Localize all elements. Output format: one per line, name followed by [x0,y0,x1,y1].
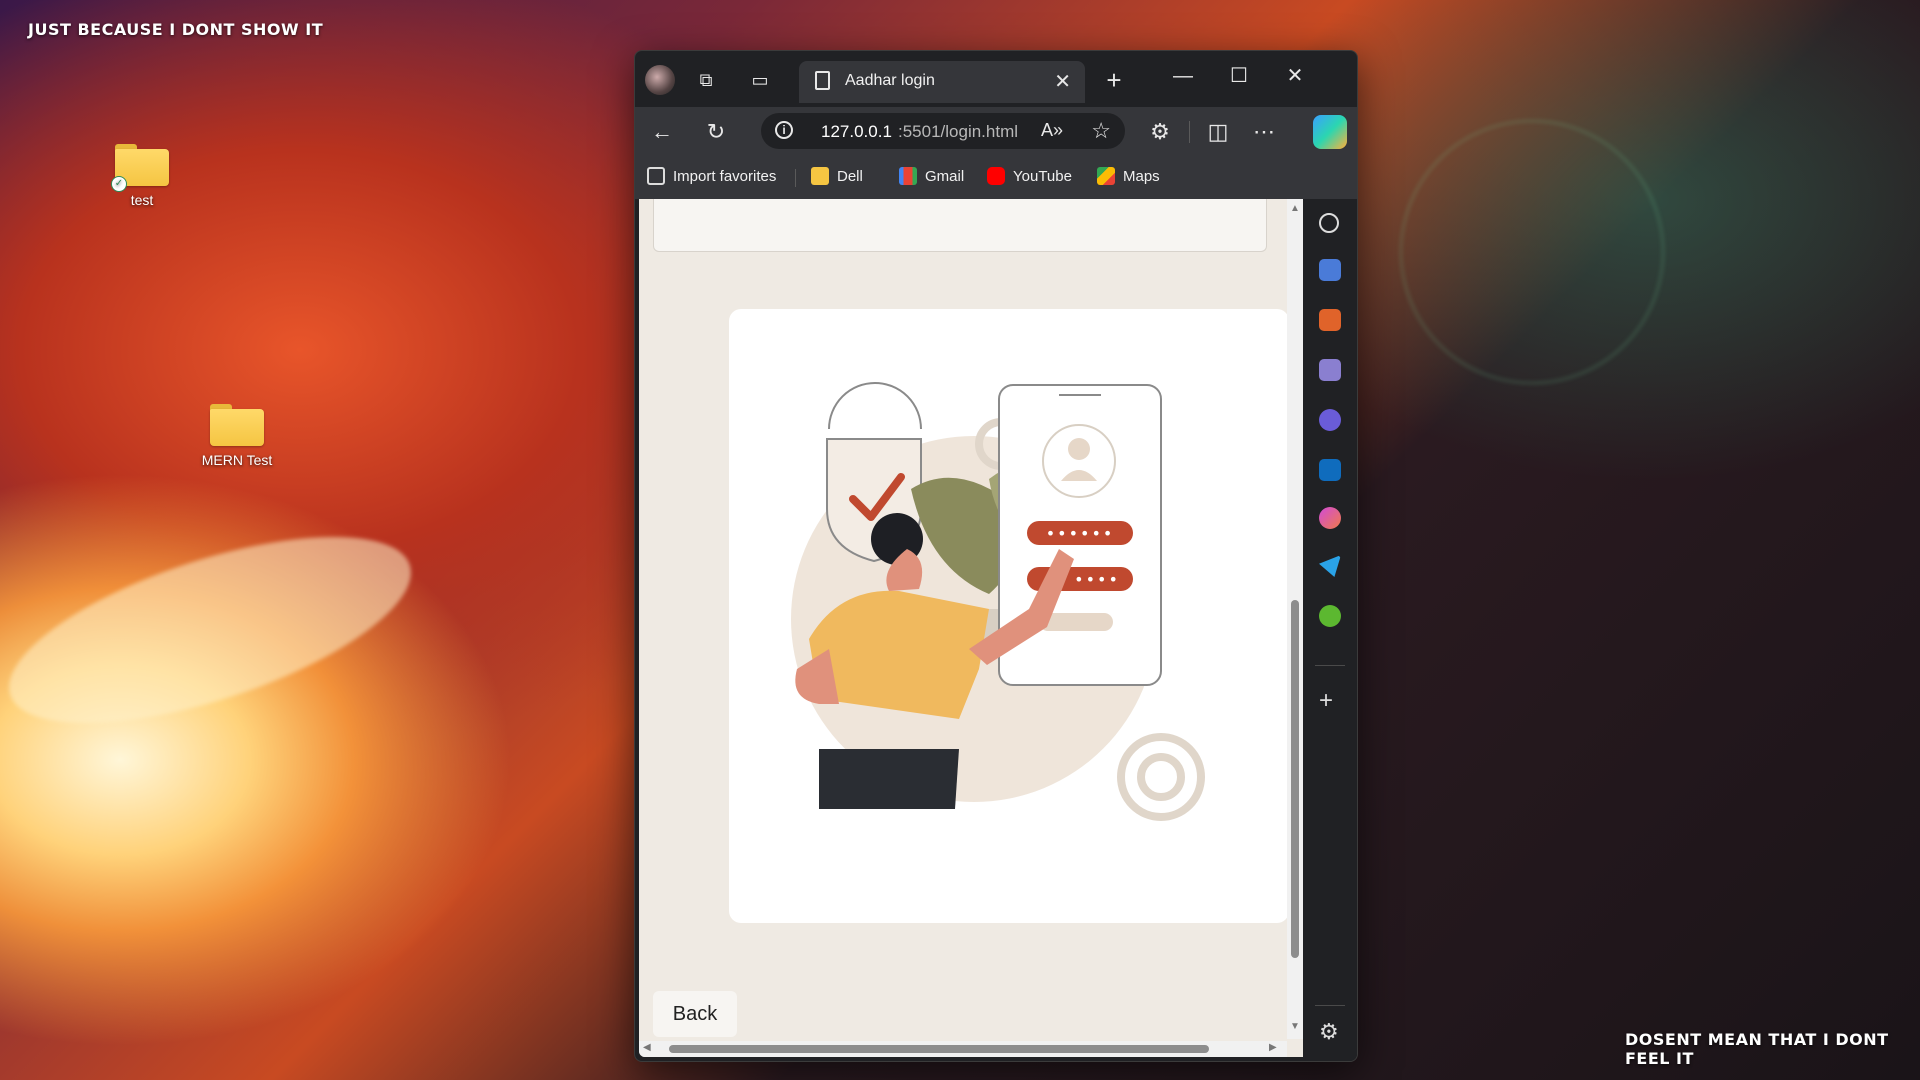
shopping-tag-icon[interactable] [1319,259,1341,281]
read-aloud-icon[interactable]: A» [1041,120,1063,141]
bookmark-maps[interactable]: Maps [1097,167,1160,185]
nav-toolbar: ← ↻ i 127.0.0.1 :5501/login.html A» ☆ ⚙ … [635,107,1357,155]
maps-icon [1097,167,1115,185]
site-info-icon[interactable]: i [775,121,793,139]
profile-avatar[interactable] [645,65,675,95]
split-screen-icon[interactable]: ◫ [1201,115,1235,149]
gmail-icon [899,167,917,185]
bookmark-label: Dell [837,167,863,185]
workspaces-icon[interactable]: ⧉ [691,65,721,95]
refresh-icon[interactable]: ↻ [699,115,733,149]
tree-icon[interactable] [1319,605,1341,627]
bookmark-import-favorites[interactable]: Import favorites [647,167,776,185]
tab-title: Aadhar login [845,72,935,89]
folder-icon [811,167,829,185]
designer-icon[interactable] [1319,507,1341,529]
close-tab-icon[interactable]: ✕ [1054,69,1071,94]
tab-actions-icon[interactable]: ▭ [745,65,775,95]
back-arrow-icon[interactable]: ← [645,115,679,149]
page-icon [815,71,830,90]
tools-icon[interactable] [1319,309,1341,331]
bookmark-gmail[interactable]: Gmail [899,167,964,185]
scroll-left-icon[interactable]: ◀ [643,1042,655,1054]
favorite-star-icon[interactable]: ☆ [1091,118,1111,144]
outlook-icon[interactable] [1319,459,1341,481]
youtube-icon [987,167,1005,185]
url-path: :5501/login.html [898,122,1019,141]
bookmark-label: Maps [1123,167,1160,185]
scroll-up-icon[interactable]: ▲ [1289,203,1301,215]
bookmark-dell[interactable]: Dell [811,167,863,185]
toolbar-divider [1189,121,1190,143]
sky-glow [0,498,432,762]
back-button[interactable]: Back [653,991,737,1037]
illustration-card: •••••• •••• [729,309,1289,923]
bookmarks-bar: Import favorites Dell Gmail YouTube Maps [635,155,1357,199]
desktop-icon-label: test [130,192,154,208]
games-icon[interactable] [1319,359,1341,381]
bookmark-label: Import favorites [673,167,777,185]
svg-text:••••: •••• [1074,570,1120,589]
new-tab-icon[interactable]: + [1099,65,1129,95]
close-window-button[interactable]: ✕ [1267,59,1323,93]
maximize-button[interactable]: ☐ [1211,59,1267,93]
bookmark-label: Gmail [925,167,965,185]
page-viewport: •••••• •••• Back ▲ ▼ ◀ ▶ [639,199,1303,1057]
desktop-icon-test[interactable]: ✓ test [97,144,187,208]
user-avatar-icon [1042,424,1116,498]
more-menu-icon[interactable]: ⋯ [1247,115,1281,149]
login-illustration: •••••• •••• [791,382,1205,821]
copilot-icon[interactable] [1313,115,1347,149]
minimize-button[interactable]: — [1155,59,1211,93]
wallpaper-top-text: JUST BECAUSE I DONT SHOW IT [28,20,324,39]
desktop-icon-label: MERN Test [201,452,273,468]
horizontal-scroll-thumb[interactable] [669,1045,1209,1053]
desktop-icon-mern-test[interactable]: MERN Test [192,404,282,468]
input-box[interactable] [653,199,1267,252]
address-bar[interactable]: i 127.0.0.1 :5501/login.html A» ☆ [761,113,1125,149]
wallpaper-bottom-text: DOSENT MEAN THAT I DONT FEEL IT [1625,1030,1889,1068]
copilot-icon[interactable] [1319,409,1341,431]
svg-text:••••••: •••••• [1046,524,1115,543]
url-host: 127.0.0.1 [821,122,892,141]
telegram-icon[interactable] [1319,555,1341,577]
bookmark-divider [795,169,796,187]
edge-sidebar: + ⚙ [1303,199,1357,1061]
bookmark-youtube[interactable]: YouTube [987,167,1072,185]
folder-icon: ✓ [111,144,169,192]
browser-window: ⧉ ▭ Aadhar login ✕ + — ☐ ✕ ← ↻ i 127.0.0… [634,50,1358,1062]
horizontal-scrollbar[interactable]: ◀ ▶ [639,1041,1287,1057]
scroll-right-icon[interactable]: ▶ [1269,1042,1281,1054]
vertical-scrollbar[interactable]: ▲ ▼ [1287,199,1303,1039]
tab-aadhar-login[interactable]: Aadhar login ✕ [799,61,1085,103]
vertical-scroll-thumb[interactable] [1291,600,1299,958]
add-icon[interactable]: + [1319,687,1333,715]
import-icon [647,167,665,185]
scroll-down-icon[interactable]: ▼ [1289,1021,1301,1033]
folder-icon [210,404,264,446]
tab-bar: ⧉ ▭ Aadhar login ✕ + — ☐ ✕ [635,51,1357,107]
sidebar-divider [1315,665,1345,666]
search-icon[interactable] [1319,213,1339,233]
extensions-icon[interactable]: ⚙ [1143,115,1177,149]
settings-icon[interactable]: ⚙ [1319,1019,1339,1045]
sidebar-divider [1315,1005,1345,1006]
sync-check-icon: ✓ [111,176,127,192]
bookmark-label: YouTube [1013,167,1072,185]
lens-flare [1400,120,1664,384]
